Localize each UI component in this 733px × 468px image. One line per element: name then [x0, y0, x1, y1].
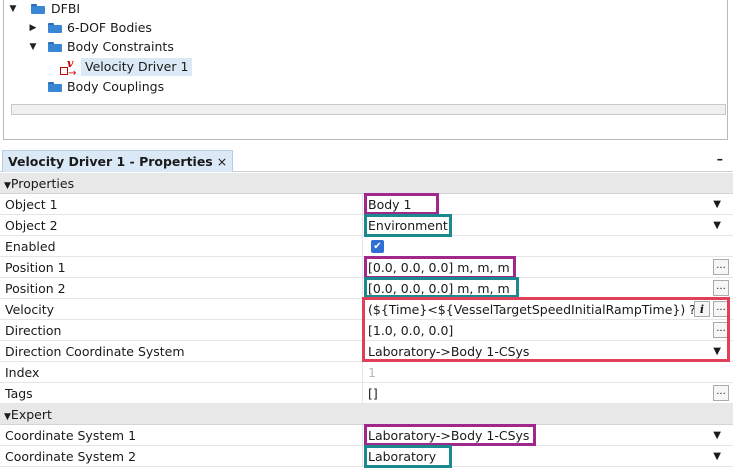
expand-toggle-icon[interactable]: ▶ — [28, 19, 38, 37]
properties-panel: Velocity Driver 1 - Properties × – ▼Prope… — [0, 148, 733, 468]
property-row-tags: Tags [] ... — [0, 383, 733, 404]
property-label: Object 1 — [5, 197, 58, 212]
edit-ellipsis-button[interactable]: ... — [713, 259, 729, 275]
enabled-checkbox[interactable]: ✔ — [371, 240, 384, 253]
section-properties[interactable]: ▼Properties — [0, 173, 733, 194]
dropdown-icon[interactable]: ▼ — [713, 341, 721, 362]
simulation-tree: ▼ DFBI ▶ 6-DOF Bodies ▼ Body Constraints… — [3, 0, 728, 140]
horizontal-scrollbar[interactable] — [11, 104, 726, 115]
property-row-position-2: Position 2 [0.0, 0.0, 0.0] m, m, m ... — [0, 278, 733, 299]
edit-ellipsis-button[interactable]: ... — [713, 385, 729, 401]
index-value: 1 — [368, 365, 376, 380]
property-row-coordinate-system-1: Coordinate System 1 Laboratory->Body 1-C… — [0, 425, 733, 446]
properties-tab-bar: Velocity Driver 1 - Properties × – — [0, 148, 733, 172]
section-expert[interactable]: ▼Expert — [0, 404, 733, 425]
info-icon[interactable]: i — [694, 301, 710, 317]
tree-node-label: Body Constraints — [67, 39, 174, 54]
property-label: Position 1 — [5, 260, 66, 275]
minimize-button[interactable]: – — [717, 148, 723, 170]
property-label: Index — [5, 365, 40, 380]
property-row-enabled: Enabled ✔ — [0, 236, 733, 257]
property-label: Tags — [5, 386, 33, 401]
dropdown-icon[interactable]: ▼ — [713, 425, 721, 446]
property-row-direction-coordinate-system: Direction Coordinate System Laboratory->… — [0, 341, 733, 362]
direction-value[interactable]: [1.0, 0.0, 0.0] — [368, 320, 453, 341]
tab-velocity-driver-properties[interactable]: Velocity Driver 1 - Properties × — [2, 150, 234, 172]
edit-ellipsis-button[interactable]: ... — [713, 301, 729, 317]
tree-node-label: DFBI — [51, 1, 81, 16]
tags-value[interactable]: [] — [368, 383, 378, 404]
tree-node-label: 6-DOF Bodies — [67, 20, 152, 35]
tab-label: Velocity Driver 1 - Properties — [8, 154, 213, 169]
property-row-object-2: Object 2 Environment ▼ — [0, 215, 733, 236]
dropdown-icon[interactable]: ▼ — [713, 446, 721, 467]
section-label: Properties — [10, 176, 75, 191]
tree-node-label-selected: Velocity Driver 1 — [81, 58, 193, 76]
collapse-toggle-icon[interactable]: ▼ — [28, 38, 38, 56]
folder-icon — [31, 4, 45, 14]
edit-ellipsis-button[interactable]: ... — [713, 322, 729, 338]
property-label: Coordinate System 2 — [5, 449, 137, 464]
property-row-object-1: Object 1 Body 1 ▼ — [0, 194, 733, 215]
collapse-toggle-icon[interactable]: ▼ — [4, 412, 11, 422]
property-label: Direction — [5, 323, 62, 338]
property-label: Position 2 — [5, 281, 66, 296]
property-row-index: Index 1 — [0, 362, 733, 383]
close-icon[interactable]: × — [217, 154, 227, 169]
edit-ellipsis-button[interactable]: ... — [713, 280, 729, 296]
position-2-value[interactable]: [0.0, 0.0, 0.0] m, m, m — [368, 278, 510, 299]
property-label: Coordinate System 1 — [5, 428, 137, 443]
section-label: Expert — [10, 407, 52, 422]
position-1-value[interactable]: [0.0, 0.0, 0.0] m, m, m — [368, 257, 510, 278]
dropdown-icon[interactable]: ▼ — [713, 215, 721, 236]
tree-node-label: Body Couplings — [67, 79, 165, 94]
direction-coordinate-system-value[interactable]: Laboratory->Body 1-CSys — [368, 341, 529, 362]
folder-icon — [48, 42, 62, 52]
property-label: Direction Coordinate System — [5, 344, 185, 359]
property-row-velocity: Velocity (${Time}<${VesselTargetSpeedIni… — [0, 299, 733, 320]
property-label: Object 2 — [5, 218, 58, 233]
property-label: Enabled — [5, 239, 56, 254]
dropdown-icon[interactable]: ▼ — [713, 194, 721, 215]
collapse-toggle-icon[interactable]: ▼ — [8, 0, 18, 18]
velocity-driver-icon: v → — [60, 57, 76, 79]
coordinate-system-2-value[interactable]: Laboratory — [368, 446, 436, 467]
coordinate-system-1-value[interactable]: Laboratory->Body 1-CSys — [368, 425, 529, 446]
folder-icon — [48, 82, 62, 92]
collapse-toggle-icon[interactable]: ▼ — [4, 181, 11, 191]
property-label: Velocity — [5, 302, 55, 317]
property-row-direction: Direction [1.0, 0.0, 0.0] ... — [0, 320, 733, 341]
velocity-expression-value[interactable]: (${Time}<${VesselTargetSpeedInitialRampT… — [368, 299, 708, 320]
property-row-position-1: Position 1 [0.0, 0.0, 0.0] m, m, m ... — [0, 257, 733, 278]
folder-icon — [48, 23, 62, 33]
object-1-value[interactable]: Body 1 — [368, 194, 411, 215]
property-row-coordinate-system-2: Coordinate System 2 Laboratory ▼ — [0, 446, 733, 467]
object-2-value[interactable]: Environment — [368, 215, 448, 236]
